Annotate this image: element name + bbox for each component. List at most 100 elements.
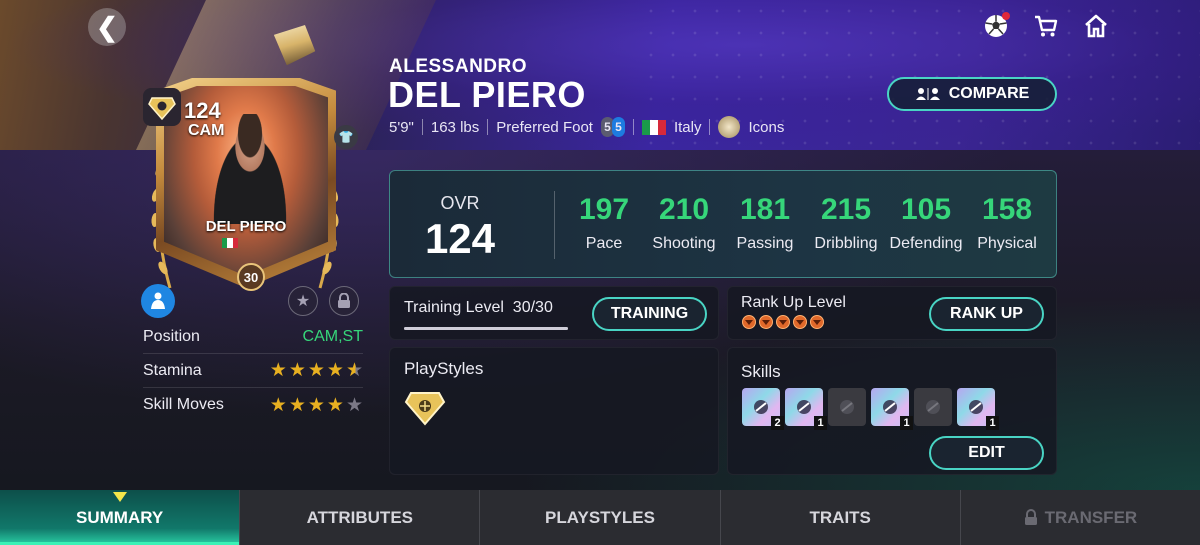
lock-icon — [338, 293, 350, 308]
store-button[interactable] — [1032, 12, 1060, 40]
divider — [709, 119, 711, 135]
skill-tackle-icon[interactable]: 1 — [957, 388, 999, 430]
italy-flag-icon — [641, 119, 666, 135]
top-right-toolbar — [982, 12, 1110, 40]
soccer-ball-button[interactable] — [982, 12, 1010, 40]
playstyle-plus-icon — [404, 392, 446, 426]
rank-level-icon — [810, 315, 824, 329]
stamina-stars: ★ ★ ★ ★ ★ — [270, 361, 363, 380]
stat-label: Pace — [585, 235, 623, 252]
skill-eye-icon[interactable] — [828, 388, 866, 426]
card-flag-icon — [222, 238, 238, 248]
stat-label: Defending — [889, 235, 963, 252]
card-kit-icon[interactable]: 👕 — [334, 125, 358, 149]
star-icon: ★ — [288, 360, 306, 381]
stat-value: 158 — [981, 193, 1033, 226]
stamina-row: Stamina ★ ★ ★ ★ ★ — [143, 354, 363, 388]
skills-title: Skills — [741, 362, 781, 381]
player-nation: Italy — [673, 118, 702, 136]
player-info-list: Position CAM,ST Stamina ★ ★ ★ ★ ★ Skill Move… — [143, 320, 363, 422]
gold-shield-icon — [148, 97, 176, 120]
training-panel: Training Level 30/30 TRAINING — [389, 286, 719, 340]
playstyles-title: PlayStyles — [404, 359, 484, 378]
stat-shooting: 210 Shooting — [643, 193, 725, 253]
ovr-label: OVR — [440, 193, 480, 213]
cart-icon — [1035, 15, 1058, 37]
stat-physical: 158 Physical — [966, 193, 1048, 253]
tab-transfer[interactable]: TRANSFER — [961, 490, 1200, 545]
skill-kick-icon[interactable]: 1 — [871, 388, 913, 430]
rank-up-button[interactable]: RANK UP — [929, 297, 1044, 331]
player-weight: 163 lbs — [430, 118, 480, 136]
skill-count-badge: 1 — [814, 416, 827, 430]
stat-label: Dribbling — [814, 235, 878, 252]
chevron-left-icon: ❮ — [96, 11, 118, 42]
stat-value: 181 — [739, 193, 791, 226]
tab-traits[interactable]: TRAITS — [721, 490, 961, 545]
foot-rating-badge: 5 5 — [600, 117, 625, 137]
training-progress-fill — [404, 327, 568, 330]
edit-skills-button[interactable]: EDIT — [929, 436, 1044, 470]
tab-attributes[interactable]: ATTRIBUTES — [240, 490, 481, 545]
rank-level-icon — [776, 315, 790, 329]
tab-transfer-label: TRANSFER — [1044, 507, 1138, 527]
star-icon: ★ — [269, 394, 287, 416]
manager-button[interactable] — [141, 284, 175, 318]
player-league: Icons — [748, 118, 785, 136]
training-level-text: Training Level 30/30 — [404, 299, 553, 317]
stat-label: Passing — [736, 235, 794, 252]
stat-passing: 181 Passing — [724, 193, 806, 253]
training-progress-bar — [404, 327, 568, 330]
rank-level-icon — [759, 315, 773, 329]
card-playstyle-badge — [143, 88, 181, 126]
stat-dribbling: 215 Dribbling — [805, 193, 887, 253]
skill-moves-row: Skill Moves ★ ★ ★ ★ ★ — [143, 388, 363, 422]
tab-summary[interactable]: SUMMARY — [0, 490, 241, 545]
stats-divider — [554, 191, 555, 259]
stamina-label: Stamina — [143, 361, 202, 379]
notification-dot — [1002, 12, 1010, 20]
skill-shield-icon[interactable] — [914, 388, 952, 426]
icons-league-icon — [718, 116, 741, 138]
home-button[interactable] — [1082, 12, 1110, 40]
stat-value: 105 — [900, 193, 952, 226]
favorite-star-button[interactable]: ★ — [288, 286, 318, 316]
compare-button[interactable]: COMPARE — [887, 77, 1057, 111]
card-ovr: 124 — [184, 98, 221, 123]
skill-moves-label: Skill Moves — [143, 396, 224, 413]
skill-ball-icon[interactable]: 1 — [785, 388, 827, 430]
position-value: CAM,ST — [302, 327, 363, 345]
position-row: Position CAM,ST — [143, 320, 363, 354]
star-icon: ★ — [295, 293, 311, 310]
skill-dribble-icon[interactable]: 2 — [742, 388, 784, 430]
star-icon: ★ — [269, 360, 287, 381]
back-button[interactable]: ❮ — [88, 8, 126, 46]
skill-count-badge: 1 — [986, 416, 999, 430]
player-last-name: DEL PIERO — [388, 74, 586, 115]
divider — [421, 119, 423, 135]
divider — [487, 119, 489, 135]
star-icon: ★ — [326, 360, 344, 381]
lock-icon — [1024, 509, 1037, 525]
lock-button[interactable] — [329, 286, 359, 316]
skill-count-badge: 1 — [900, 416, 913, 430]
tab-playstyles[interactable]: PLAYSTYLES — [480, 490, 721, 545]
training-button[interactable]: TRAINING — [592, 297, 707, 331]
rank-up-label: Rank Up Level — [741, 294, 846, 311]
divider — [632, 119, 634, 135]
star-icon: ★ — [326, 394, 344, 416]
skill-count-badge: 2 — [771, 416, 784, 430]
card-player-name: DEL PIERO — [205, 218, 287, 235]
playstyles-panel[interactable]: PlayStyles — [389, 347, 719, 475]
stat-value: 197 — [578, 193, 630, 226]
rank-level-indicators — [742, 315, 824, 329]
stat-label: Physical — [977, 235, 1037, 252]
preferred-foot-label: Preferred Foot — [496, 118, 593, 136]
player-card[interactable]: 124 CAM DEL PIERO — [156, 78, 336, 288]
stats-panel: OVR 124 197 Pace 210 Shooting 181 Passin… — [389, 170, 1057, 278]
star-icon: ★ — [307, 394, 325, 416]
skill-moves-stars: ★ ★ ★ ★ ★ — [270, 396, 363, 415]
home-icon — [1085, 14, 1107, 38]
star-icon: ★ — [345, 360, 363, 381]
training-level-label: Training Level — [404, 299, 504, 316]
